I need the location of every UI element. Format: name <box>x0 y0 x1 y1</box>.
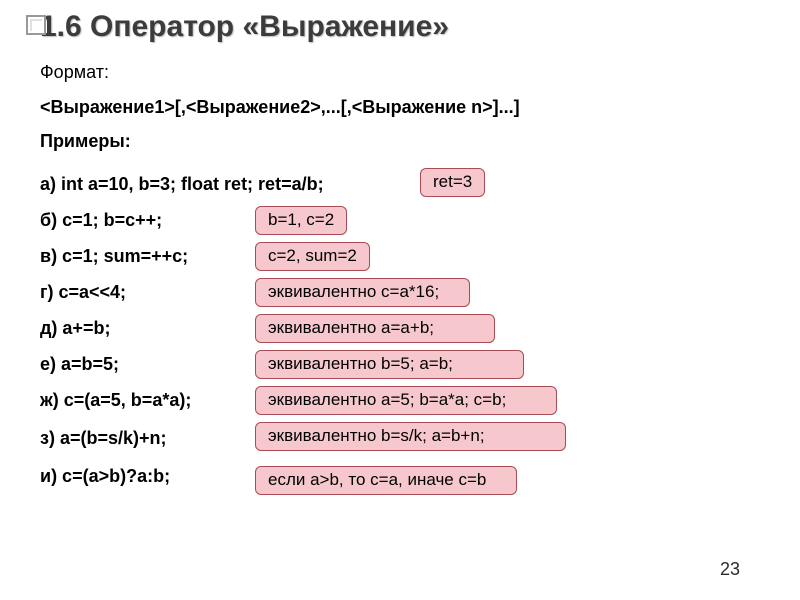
title-accent-icon <box>26 15 46 35</box>
example-g-text: г) c=a<<4; <box>40 282 126 303</box>
example-d-text: д) a+=b; <box>40 318 110 339</box>
example-e-text: е) a=b=5; <box>40 354 119 375</box>
title-row: 1.6 Оператор «Выражение» <box>40 10 760 44</box>
answer-zh-box: эквивалентно a=5; b=a*a; c=b; <box>255 386 557 415</box>
answer-i-box: если a>b, то c=a, иначе c=b <box>255 466 517 495</box>
example-zh-row: ж) c=(a=5, b=a*a); эквивалентно a=5; b=a… <box>40 382 760 418</box>
example-b-row: б) c=1; b=c++; b=1, c=2 <box>40 202 760 238</box>
example-zh-text: ж) c=(a=5, b=a*a); <box>40 390 191 411</box>
example-d-row: д) a+=b; эквивалентно a=a+b; <box>40 310 760 346</box>
content-body: Формат: <Выражение1>[,<Выражение2>,...[,… <box>40 62 760 494</box>
answer-z-box: эквивалентно b=s/k; a=b+n; <box>255 422 566 451</box>
answer-a-box: ret=3 <box>420 168 485 197</box>
page-number: 23 <box>720 559 740 580</box>
answer-v-box: c=2, sum=2 <box>255 242 370 271</box>
example-e-row: е) a=b=5; эквивалентно b=5; a=b; <box>40 346 760 382</box>
format-label: Формат: <box>40 62 760 83</box>
example-i-text: и) c=(a>b)?a:b; <box>40 466 170 487</box>
answer-e-box: эквивалентно b=5; a=b; <box>255 350 524 379</box>
answer-b-box: b=1, c=2 <box>255 206 347 235</box>
example-v-row: в) c=1; sum=++c; c=2, sum=2 <box>40 238 760 274</box>
syntax-line: <Выражение1>[,<Выражение2>,...[,<Выражен… <box>40 97 520 117</box>
answer-g-box: эквивалентно c=a*16; <box>255 278 470 307</box>
page-title: 1.6 Оператор «Выражение» <box>40 10 760 44</box>
answer-d-box: эквивалентно a=a+b; <box>255 314 495 343</box>
example-a-row: а) int a=10, b=3; float ret; ret=a/b; re… <box>40 166 760 202</box>
examples-label: Примеры: <box>40 131 131 151</box>
example-a-text: а) int a=10, b=3; float ret; ret=a/b; <box>40 174 324 195</box>
example-g-row: г) c=a<<4; эквивалентно c=a*16; <box>40 274 760 310</box>
example-z-row: з) a=(b=s/k)+n; эквивалентно b=s/k; a=b+… <box>40 418 760 458</box>
example-b-text: б) c=1; b=c++; <box>40 210 162 231</box>
example-z-text: з) a=(b=s/k)+n; <box>40 428 166 449</box>
example-i-row: и) c=(a>b)?a:b; если a>b, то c=a, иначе … <box>40 458 760 494</box>
slide-root: 1.6 Оператор «Выражение» Формат: <Выраже… <box>0 0 800 600</box>
example-v-text: в) c=1; sum=++c; <box>40 246 188 267</box>
